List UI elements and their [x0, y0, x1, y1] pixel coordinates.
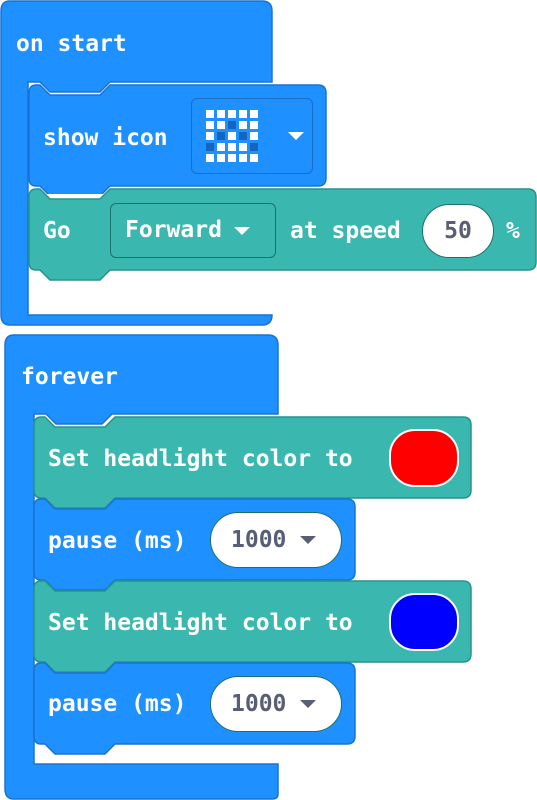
led-cell — [217, 110, 225, 118]
led-cell — [217, 121, 225, 129]
chevron-down-icon — [233, 226, 250, 235]
pause-label: pause (ms) — [48, 691, 187, 717]
set-headlight-label: Set headlight color to — [48, 610, 353, 636]
led-cell — [250, 110, 258, 118]
led-cell — [228, 154, 236, 162]
led-cell — [206, 121, 214, 129]
led-cell — [206, 143, 214, 151]
led-cell — [206, 132, 214, 140]
icon-dropdown[interactable] — [191, 98, 313, 174]
pause-duration-dropdown[interactable]: 1000 — [210, 676, 342, 732]
led-cell — [250, 154, 258, 162]
forever-label: forever — [21, 364, 118, 390]
on-start-label: on start — [16, 31, 127, 57]
headlight-color-red-swatch[interactable] — [389, 429, 459, 487]
direction-dropdown[interactable]: Forward — [110, 203, 276, 258]
chevron-down-icon — [300, 700, 317, 708]
led-cell — [250, 132, 258, 140]
led-cell — [228, 110, 236, 118]
led-cell — [206, 110, 214, 118]
led-cell — [239, 132, 247, 140]
pause-label: pause (ms) — [48, 528, 187, 554]
speed-value: 50 — [444, 218, 472, 244]
show-icon-label: show icon — [43, 125, 168, 151]
led-cell — [217, 132, 225, 140]
small-diamond-led-icon — [206, 110, 258, 162]
led-cell — [239, 121, 247, 129]
chevron-down-icon — [300, 536, 317, 544]
led-cell — [239, 143, 247, 151]
led-cell — [217, 154, 225, 162]
pause-duration-value: 1000 — [231, 527, 287, 553]
go-label: Go — [43, 218, 71, 244]
speed-input[interactable]: 50 — [422, 204, 494, 258]
led-cell — [206, 154, 214, 162]
led-cell — [228, 132, 236, 140]
led-cell — [228, 143, 236, 151]
set-headlight-label: Set headlight color to — [48, 446, 353, 472]
at-speed-label: at speed — [290, 218, 401, 244]
led-cell — [239, 154, 247, 162]
led-cell — [250, 143, 258, 151]
led-cell — [250, 121, 258, 129]
headlight-color-blue-swatch[interactable] — [389, 593, 459, 651]
chevron-down-icon — [288, 132, 304, 140]
percent-label: % — [506, 218, 520, 244]
pause-duration-value: 1000 — [231, 691, 287, 717]
pause-duration-dropdown[interactable]: 1000 — [210, 512, 342, 568]
direction-value: Forward — [125, 217, 222, 243]
led-cell — [228, 121, 236, 129]
led-cell — [217, 143, 225, 151]
led-cell — [239, 110, 247, 118]
